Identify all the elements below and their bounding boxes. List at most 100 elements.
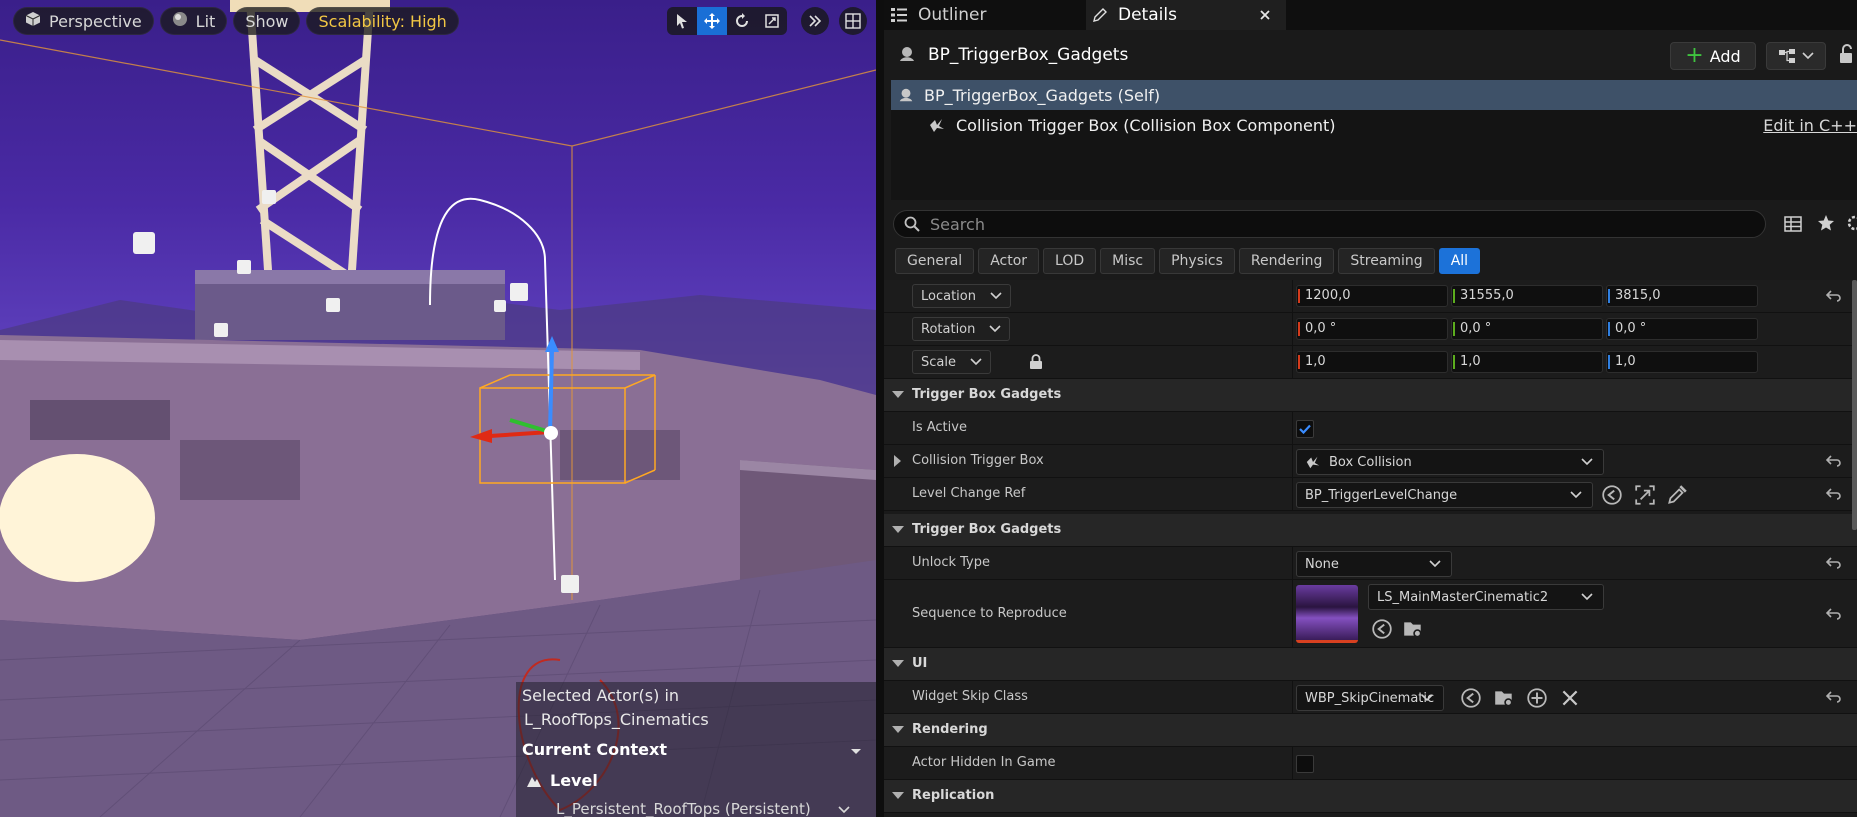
section-replication[interactable]: Replication: [884, 780, 1857, 813]
component-row-collision[interactable]: Collision Trigger Box (Collision Box Com…: [891, 110, 1857, 140]
scale-lock-icon[interactable]: [1029, 354, 1043, 370]
context-chevron-down-icon[interactable]: [850, 748, 862, 756]
unlock-type-row: Unlock Type None: [884, 547, 1857, 580]
unlock-type-combo[interactable]: None: [1296, 551, 1452, 577]
is-active-checkbox[interactable]: [1296, 420, 1314, 438]
rotation-z-field[interactable]: 0,0 °: [1606, 318, 1758, 340]
level-viewport[interactable]: Perspective Lit Show Scalability: High S…: [0, 0, 876, 817]
use-selected-icon[interactable]: [1601, 484, 1623, 506]
edit-in-cpp-link[interactable]: Edit in C++: [1763, 116, 1857, 135]
add-circle-icon[interactable]: [1526, 687, 1548, 709]
persistent-level-item[interactable]: L_Persistent_RoofTops (Persistent): [556, 800, 811, 817]
level-change-combo[interactable]: BP_TriggerLevelChange: [1296, 482, 1593, 508]
search-input[interactable]: Search: [893, 210, 1766, 238]
sequence-row: Sequence to Reproduce LS_MainMasterCinem…: [884, 580, 1857, 648]
rotate-tool-button[interactable]: [727, 7, 757, 35]
lit-button[interactable]: Lit: [159, 7, 228, 35]
clear-x-icon[interactable]: [1559, 687, 1581, 709]
perspective-button[interactable]: Perspective: [13, 7, 154, 35]
browse-folder-icon[interactable]: [1493, 687, 1515, 709]
reset-arrow-icon[interactable]: [1826, 606, 1842, 622]
actor-pawn-icon: [900, 47, 914, 61]
filter-misc[interactable]: Misc: [1100, 248, 1156, 274]
section-trigger-box-gadgets-2[interactable]: Trigger Box Gadgets: [884, 514, 1857, 547]
browse-folder-icon[interactable]: [1402, 618, 1424, 640]
location-z-field[interactable]: 3815,0: [1606, 285, 1758, 307]
tab-outliner[interactable]: Outliner: [884, 0, 1084, 30]
reset-arrow-icon[interactable]: [1826, 555, 1842, 571]
widget-skip-combo[interactable]: WBP_SkipCinematic: [1296, 685, 1444, 711]
actor-header: BP_TriggerBox_Gadgets + Add: [884, 30, 1857, 80]
translate-tool-button[interactable]: [697, 7, 727, 35]
rotate-icon: [736, 13, 748, 27]
chevron-down-icon: [1421, 694, 1433, 702]
filter-actor[interactable]: Actor: [978, 248, 1040, 274]
location-y-field[interactable]: 31555,0: [1451, 285, 1603, 307]
perspective-label: Perspective: [49, 11, 142, 31]
filter-general[interactable]: General: [895, 248, 975, 274]
section-trigger-box-gadgets-1[interactable]: Trigger Box Gadgets: [884, 379, 1857, 412]
collapse-caret-icon: [892, 792, 904, 799]
browse-actor-icon[interactable]: [1634, 484, 1656, 506]
actor-hidden-checkbox[interactable]: [1296, 755, 1314, 773]
section-rendering[interactable]: Rendering: [884, 714, 1857, 747]
location-label: Location: [921, 288, 976, 304]
add-component-button[interactable]: + Add: [1670, 42, 1756, 70]
location-x-field[interactable]: 1200,0: [1296, 285, 1448, 307]
expand-caret-icon[interactable]: [894, 455, 901, 467]
collapse-caret-icon: [892, 391, 904, 398]
reset-arrow-icon[interactable]: [1826, 453, 1842, 469]
select-tool-button[interactable]: [667, 7, 697, 35]
collision-component-combo[interactable]: Box Collision: [1296, 449, 1604, 475]
scale-z-field[interactable]: 1,0: [1606, 351, 1758, 373]
collision-value: Box Collision: [1329, 454, 1412, 470]
search-icon: [904, 216, 920, 232]
sequence-combo[interactable]: LS_MainMasterCinematic2: [1368, 584, 1604, 610]
location-dropdown[interactable]: Location: [912, 284, 1011, 308]
lit-sphere-icon: [172, 11, 188, 31]
panel-splitter[interactable]: [876, 0, 884, 817]
show-button[interactable]: Show: [233, 7, 301, 35]
rotation-x-field[interactable]: 0,0 °: [1296, 318, 1448, 340]
scale-x-field[interactable]: 1,0: [1296, 351, 1448, 373]
reset-arrow-icon[interactable]: [1826, 689, 1842, 705]
settings-gear-icon[interactable]: [1846, 214, 1857, 232]
scale-tool-button[interactable]: [757, 7, 787, 35]
scalability-button[interactable]: Scalability: High: [306, 7, 459, 35]
details-scrollbar[interactable]: [1852, 280, 1857, 530]
eyedropper-icon[interactable]: [1666, 484, 1688, 506]
filter-physics[interactable]: Physics: [1159, 248, 1235, 274]
widget-skip-row: Widget Skip Class WBP_SkipCinematic: [884, 681, 1857, 714]
use-selected-class-icon[interactable]: [1460, 687, 1482, 709]
scale-y-field[interactable]: 1,0: [1451, 351, 1603, 373]
lock-icon[interactable]: [1838, 44, 1856, 64]
rotation-y-field[interactable]: 0,0 °: [1451, 318, 1603, 340]
filter-streaming[interactable]: Streaming: [1338, 248, 1435, 274]
chevron-down-icon: [1581, 593, 1593, 601]
more-tools-button[interactable]: [801, 7, 829, 35]
section-ui[interactable]: UI: [884, 648, 1857, 681]
component-row-self[interactable]: BP_TriggerBox_Gadgets (Self): [891, 80, 1857, 110]
collision-trigger-row: Collision Trigger Box Box Collision: [884, 445, 1857, 478]
section-title: Trigger Box Gadgets: [912, 387, 1062, 402]
filter-rendering[interactable]: Rendering: [1238, 248, 1335, 274]
chevron-down-icon: [970, 358, 982, 366]
scale-label: Scale: [921, 354, 956, 370]
location-row: Location 1200,0 31555,0 3815,0: [884, 280, 1857, 313]
sequence-thumbnail[interactable]: [1296, 585, 1358, 643]
level-chevron-down-icon[interactable]: [838, 806, 850, 814]
close-tab-icon[interactable]: [1258, 8, 1272, 22]
scale-dropdown[interactable]: Scale: [912, 350, 991, 374]
reset-arrow-icon[interactable]: [1826, 288, 1842, 304]
use-selected-asset-icon[interactable]: [1371, 618, 1393, 640]
filter-lod[interactable]: LOD: [1043, 248, 1097, 274]
reset-arrow-icon[interactable]: [1826, 486, 1842, 502]
star-icon[interactable]: [1817, 214, 1835, 232]
viewport-layout-button[interactable]: [839, 7, 867, 35]
blueprint-options-button[interactable]: [1766, 42, 1826, 70]
actor-hidden-row: Actor Hidden In Game: [884, 747, 1857, 780]
filter-all[interactable]: All: [1438, 248, 1481, 274]
tab-details[interactable]: Details: [1086, 0, 1286, 30]
rotation-dropdown[interactable]: Rotation: [912, 317, 1011, 341]
table-view-icon[interactable]: [1784, 215, 1802, 233]
